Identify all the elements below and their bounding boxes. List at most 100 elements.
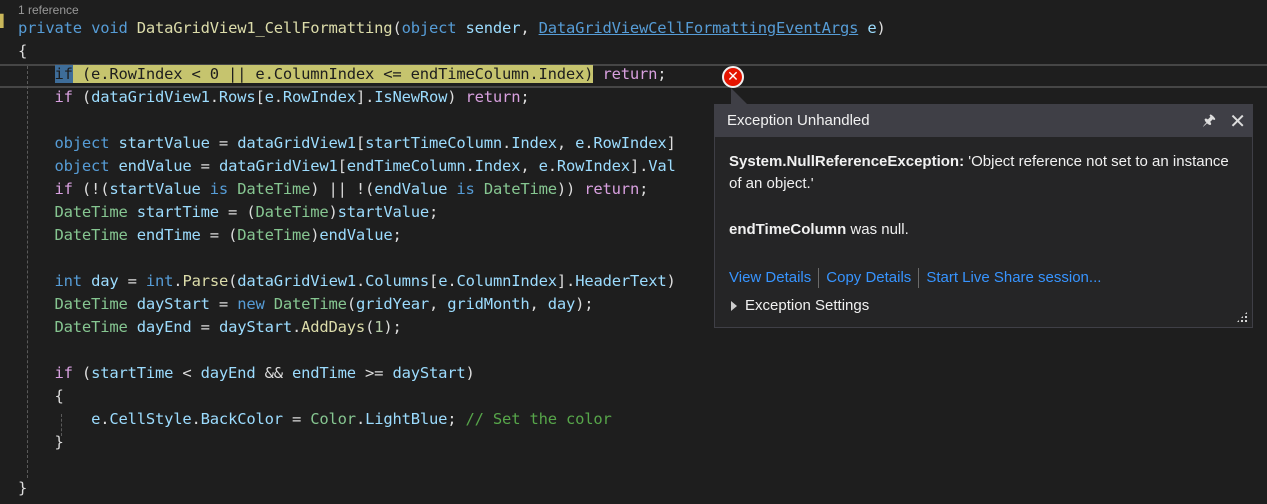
code-token: ]. xyxy=(355,88,375,106)
code-token: dayStart xyxy=(136,295,210,313)
code-token: ) xyxy=(666,272,676,290)
code-token: = xyxy=(209,134,238,152)
code-token: endTime xyxy=(136,226,201,244)
code-token: DateTime xyxy=(237,180,311,198)
code-token: object xyxy=(54,134,110,152)
link-separator xyxy=(918,268,920,289)
code-token: , xyxy=(520,19,539,37)
code-token: . xyxy=(547,157,557,175)
popup-title: Exception Unhandled xyxy=(727,112,870,129)
code-token: = xyxy=(191,157,219,175)
code-token: ; xyxy=(520,88,530,106)
code-token: . xyxy=(465,157,475,175)
code-token: endTimeColumn xyxy=(346,157,466,175)
code-line[interactable]: DateTime endTime = (DateTime)endValue; xyxy=(18,224,402,247)
code-token: ) xyxy=(447,88,466,106)
code-token: . xyxy=(209,88,219,106)
code-token: . xyxy=(191,410,201,428)
code-token: DateTime xyxy=(255,203,329,221)
code-token: endValue xyxy=(319,226,393,244)
code-token: (!( xyxy=(72,180,110,198)
code-token: LightBlue xyxy=(365,410,448,428)
code-line[interactable]: { xyxy=(18,385,64,408)
code-token: Index xyxy=(511,134,557,152)
start-live-share-link[interactable]: Start Live Share session... xyxy=(926,269,1101,286)
code-token: . xyxy=(355,272,366,290)
code-line[interactable]: if (dataGridView1.Rows[e.RowIndex].IsNew… xyxy=(18,86,530,109)
code-token: DateTime xyxy=(54,318,128,336)
code-token: e xyxy=(575,134,585,152)
code-token: DateTime xyxy=(273,295,347,313)
code-line[interactable]: } xyxy=(18,431,64,454)
code-line[interactable]: } xyxy=(18,477,27,500)
code-token: gridMonth xyxy=(447,295,530,313)
code-token: dayStart xyxy=(392,364,466,382)
code-token: endValue xyxy=(118,157,192,175)
code-token: new xyxy=(237,295,265,313)
code-line[interactable]: private void DataGridView1_CellFormattin… xyxy=(18,17,886,40)
code-token: startValue xyxy=(109,180,201,198)
code-token: ] xyxy=(666,134,676,152)
code-token: , xyxy=(529,295,548,313)
error-icon[interactable]: ✕ xyxy=(722,66,744,88)
code-line[interactable]: int day = int.Parse(dataGridView1.Column… xyxy=(18,270,676,293)
code-token: = xyxy=(191,318,219,336)
code-token: e xyxy=(91,410,101,428)
code-token: } xyxy=(18,479,28,497)
code-token: dataGridView1 xyxy=(237,272,356,290)
code-token: Columns xyxy=(365,272,430,290)
code-token: private xyxy=(18,19,82,37)
code-line[interactable]: DateTime startTime = (DateTime)startValu… xyxy=(18,201,439,224)
code-line[interactable]: DateTime dayEnd = dayStart.AddDays(1); xyxy=(18,316,402,339)
code-token: { xyxy=(18,42,28,60)
code-token: Color xyxy=(310,410,356,428)
code-token: sender xyxy=(465,19,521,37)
null-suffix: was null. xyxy=(846,221,909,238)
code-token: if xyxy=(54,180,73,198)
code-token: Parse xyxy=(182,272,229,290)
code-token: e xyxy=(264,88,274,106)
code-token: DateTime xyxy=(54,203,128,221)
code-token: [ xyxy=(429,272,439,290)
code-token: . xyxy=(100,410,110,428)
codelens-references[interactable]: 1 reference xyxy=(18,3,79,17)
pin-icon[interactable]: 🖈 xyxy=(1202,105,1216,137)
code-line[interactable]: DateTime dayStart = new DateTime(gridYea… xyxy=(18,293,594,316)
code-line[interactable]: object startValue = dataGridView1[startT… xyxy=(18,132,676,155)
code-token: [ xyxy=(355,134,366,152)
copy-details-link[interactable]: Copy Details xyxy=(826,269,911,286)
code-line[interactable]: if (!(startValue is DateTime) || !(endVa… xyxy=(18,178,649,201)
code-token: is xyxy=(209,180,229,198)
code-token: RowIndex xyxy=(593,134,667,152)
close-icon[interactable]: ✕ xyxy=(1229,105,1246,137)
code-token: dayEnd xyxy=(200,364,256,382)
code-token: e xyxy=(538,157,548,175)
code-token: object xyxy=(54,157,110,175)
code-token: 1 xyxy=(374,318,384,336)
code-line[interactable]: { xyxy=(18,40,27,63)
code-token: } xyxy=(18,433,64,451)
code-line[interactable]: if (e.RowIndex < 0 || e.ColumnIndex <= e… xyxy=(18,63,667,86)
code-token: dataGridView1 xyxy=(237,134,356,152)
code-token: IsNewRow xyxy=(374,88,448,106)
code-token: endValue xyxy=(374,180,448,198)
exception-settings-toggle[interactable]: Exception Settings xyxy=(729,295,1238,317)
code-token: RowIndex xyxy=(282,88,356,106)
code-token: ) || !( xyxy=(310,180,375,198)
code-token: gridYear xyxy=(355,295,430,313)
code-token: ) xyxy=(328,203,338,221)
code-line[interactable]: e.CellStyle.BackColor = Color.LightBlue;… xyxy=(18,408,612,431)
code-token: [ xyxy=(337,157,347,175)
view-details-link[interactable]: View Details xyxy=(729,269,811,286)
code-line[interactable]: object endValue = dataGridView1[endTimeC… xyxy=(18,155,676,178)
expand-triangle-icon xyxy=(731,301,737,312)
code-line[interactable]: if (startTime < dayEnd && endTime >= day… xyxy=(18,362,475,385)
code-token: int xyxy=(145,272,174,290)
